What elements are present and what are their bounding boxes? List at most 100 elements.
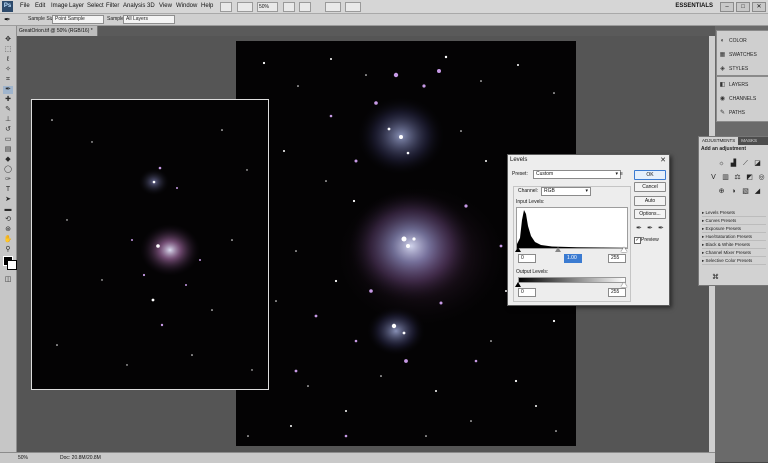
quick-select-tool-icon[interactable]: ✧ (3, 66, 13, 74)
crop-tool-icon[interactable]: ⌗ (3, 76, 13, 84)
gray-eyedropper-icon[interactable]: ✒ (647, 225, 653, 232)
output-slider-track[interactable] (518, 277, 626, 283)
shape-tool-icon[interactable]: ▬ (3, 206, 13, 214)
input-white-slider[interactable] (621, 247, 627, 252)
output-white-slider[interactable] (621, 282, 627, 287)
dock-item-channels[interactable]: ◉ CHANNELS (719, 93, 767, 105)
zoom-tool-icon[interactable]: ⚲ (3, 246, 13, 254)
output-black-field[interactable]: 0 (518, 288, 536, 297)
workspace-switcher[interactable]: ESSENTIALS (675, 3, 713, 9)
preset-black-white[interactable]: ▸ Black & White Presets (702, 241, 766, 249)
posterize-icon[interactable]: ▧ (741, 187, 750, 196)
document-tab[interactable]: GreatOrion.tif @ 50% (RGB/16) * × (17, 26, 98, 44)
input-slider-track[interactable] (515, 247, 627, 252)
dialog-close-icon[interactable]: ✕ (660, 156, 666, 164)
tab-masks[interactable]: MASKS (738, 137, 760, 145)
close-icon[interactable]: ✕ (752, 2, 766, 12)
zoom-tool-button[interactable] (299, 2, 311, 12)
black-eyedropper-icon[interactable]: ✒ (636, 225, 642, 232)
clone-stamp-tool-icon[interactable]: ⊥ (3, 116, 13, 124)
dock-item-color[interactable]: ◐ COLOR (719, 35, 767, 47)
menu-analysis[interactable]: Analysis (123, 3, 145, 9)
lasso-tool-icon[interactable]: ℓ (3, 56, 13, 64)
menu-3d[interactable]: 3D (147, 3, 155, 9)
cancel-button[interactable]: Cancel (634, 182, 666, 192)
healing-brush-tool-icon[interactable]: ✚ (3, 96, 13, 104)
eyedropper-tool-icon[interactable]: ✒ (4, 15, 11, 24)
options-button[interactable]: Options... (634, 209, 666, 219)
menu-file[interactable]: File (20, 3, 30, 9)
status-zoom[interactable]: 50% (18, 455, 28, 461)
panel-options-icon[interactable]: ⌘ (711, 273, 720, 282)
reference-image-window[interactable] (31, 99, 269, 390)
curves-icon[interactable]: ⟋ (741, 159, 750, 168)
bridge-button[interactable] (220, 2, 232, 12)
hand-tool-button[interactable] (283, 2, 295, 12)
path-selection-tool-icon[interactable]: ➤ (3, 196, 13, 204)
eyedropper-tool-icon[interactable]: ✒ (3, 86, 13, 94)
type-tool-icon[interactable]: T (3, 186, 13, 194)
menu-image[interactable]: Image (51, 3, 68, 9)
menu-edit[interactable]: Edit (35, 3, 45, 9)
input-white-field[interactable]: 255 (608, 254, 626, 263)
background-color-swatch[interactable] (7, 260, 17, 270)
preset-exposure[interactable]: ▸ Exposure Presets (702, 225, 766, 233)
arrange-documents-button[interactable] (325, 2, 341, 12)
dock-item-paths[interactable]: ✎ PATHS (719, 107, 767, 119)
preview-checkbox[interactable]: ✓ (634, 237, 641, 244)
input-black-field[interactable]: 0 (518, 254, 536, 263)
ok-button[interactable]: OK (634, 170, 666, 180)
channel-mixer-icon[interactable]: ⊕ (717, 187, 726, 196)
gradient-tool-icon[interactable]: ▤ (3, 146, 13, 154)
dock-item-layers[interactable]: ◧ LAYERS (719, 79, 767, 91)
threshold-icon[interactable]: ◢ (753, 187, 762, 196)
white-eyedropper-icon[interactable]: ✒ (658, 225, 664, 232)
menu-select[interactable]: Select (87, 3, 104, 9)
pen-tool-icon[interactable]: ✑ (3, 176, 13, 184)
dodge-tool-icon[interactable]: ◯ (3, 166, 13, 174)
screen-mode-button[interactable] (345, 2, 361, 12)
sample-size-select[interactable]: Point Sample (52, 15, 104, 24)
menu-layer[interactable]: Layer (69, 3, 84, 9)
menu-help[interactable]: Help (201, 3, 213, 9)
preset-levels[interactable]: ▸ Levels Presets (702, 209, 766, 217)
zoom-level-box[interactable]: 50% (257, 2, 278, 12)
menu-filter[interactable]: Filter (106, 3, 119, 9)
preset-options-icon[interactable]: ≡ (620, 171, 623, 177)
brightness-contrast-icon[interactable]: ☼ (717, 159, 726, 168)
preset-channel-mixer[interactable]: ▸ Channel Mixer Presets (702, 249, 766, 257)
brush-tool-icon[interactable]: ✎ (3, 106, 13, 114)
view-extras-button[interactable] (237, 2, 253, 12)
3d-rotate-tool-icon[interactable]: ⟲ (3, 216, 13, 224)
dock-item-swatches[interactable]: ▦ SWATCHES (719, 49, 767, 61)
move-tool-icon[interactable]: ✥ (3, 36, 13, 44)
input-gamma-slider[interactable] (555, 247, 561, 252)
tab-adjustments[interactable]: ADJUSTMENTS (699, 137, 739, 145)
eraser-tool-icon[interactable]: ▭ (3, 136, 13, 144)
levels-icon[interactable]: ▟ (729, 159, 738, 168)
hand-tool-icon[interactable]: ✋ (3, 236, 13, 244)
auto-button[interactable]: Auto (634, 196, 666, 206)
channel-select[interactable]: RGB ▾ (541, 187, 591, 196)
history-brush-tool-icon[interactable]: ↺ (3, 126, 13, 134)
sample-select[interactable]: All Layers (123, 15, 175, 24)
quick-mask-icon[interactable]: ◫ (3, 276, 13, 284)
output-black-slider[interactable] (515, 282, 521, 287)
blur-tool-icon[interactable]: ◆ (3, 156, 13, 164)
preset-select[interactable]: Custom ▾ (533, 170, 621, 179)
color-balance-icon[interactable]: ⚖ (733, 173, 742, 182)
hue-saturation-icon[interactable]: ▥ (721, 173, 730, 182)
preset-curves[interactable]: ▸ Curves Presets (702, 217, 766, 225)
exposure-icon[interactable]: ◪ (753, 159, 762, 168)
menu-window[interactable]: Window (176, 3, 197, 9)
photo-filter-icon[interactable]: ◎ (757, 173, 766, 182)
minimize-icon[interactable]: – (720, 2, 734, 12)
output-white-field[interactable]: 255 (608, 288, 626, 297)
preset-hue-saturation[interactable]: ▸ Hue/Saturation Presets (702, 233, 766, 241)
marquee-tool-icon[interactable]: ⬚ (3, 46, 13, 54)
dock-item-styles[interactable]: ◈ STYLES (719, 63, 767, 75)
maximize-icon[interactable]: □ (736, 2, 750, 12)
3d-orbit-tool-icon[interactable]: ⊛ (3, 226, 13, 234)
menu-view[interactable]: View (159, 3, 172, 9)
input-black-slider[interactable] (515, 247, 521, 252)
